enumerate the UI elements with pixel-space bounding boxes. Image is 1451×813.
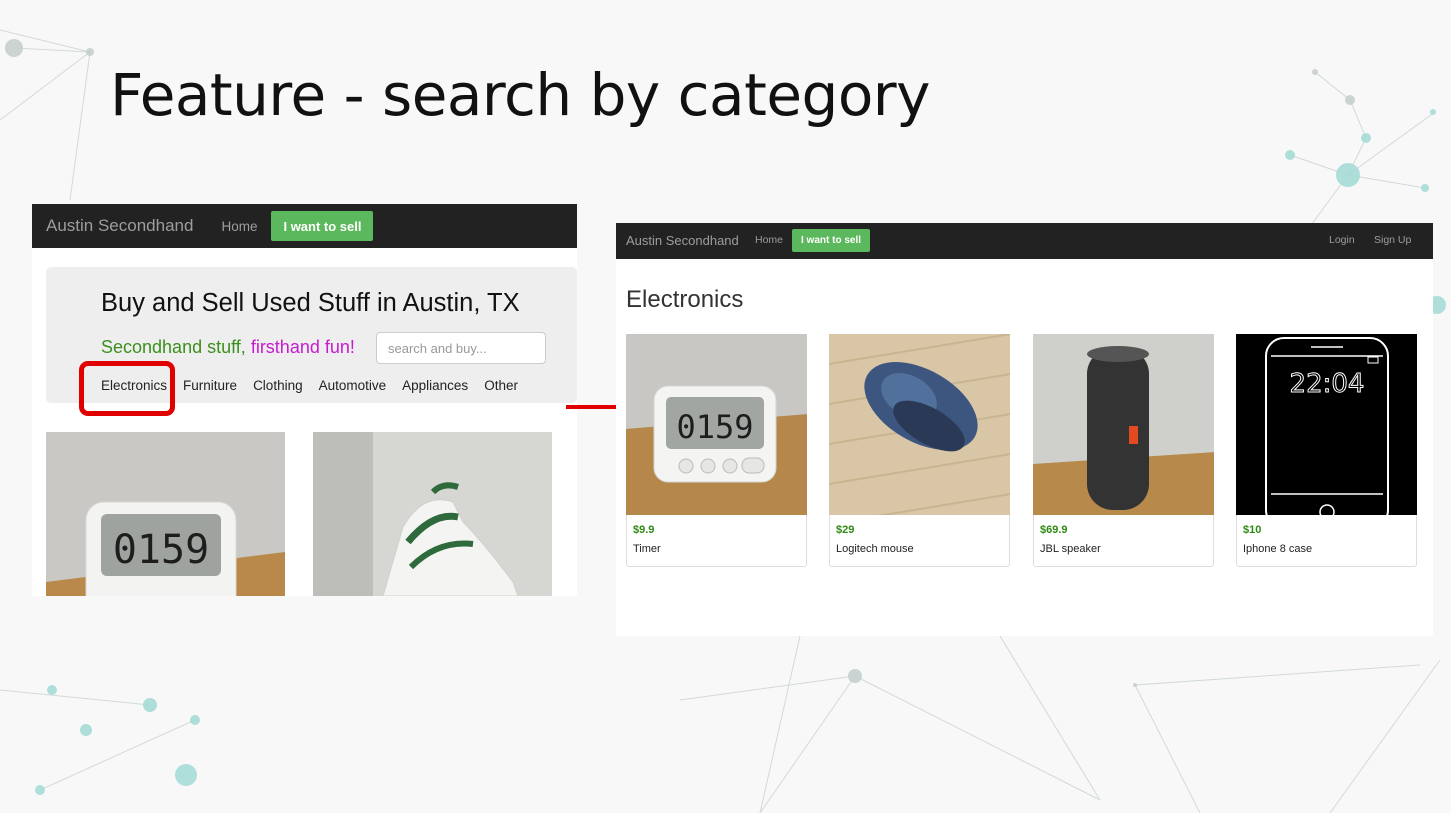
product-name[interactable]: Logitech mouse — [836, 543, 914, 555]
phone-sketch-time: 22:04 — [1290, 369, 1365, 399]
login-link[interactable]: Login — [1329, 234, 1355, 246]
signup-link[interactable]: Sign Up — [1374, 234, 1411, 246]
category-heading: Electronics — [626, 286, 744, 313]
product-name[interactable]: Iphone 8 case — [1243, 543, 1312, 555]
category-link-appliances[interactable]: Appliances — [402, 378, 468, 393]
tagline-pink: firsthand fun! — [250, 337, 355, 357]
category-highlight-box — [79, 361, 175, 416]
nav-home-link[interactable]: Home — [755, 234, 783, 246]
svg-text:0159: 0159 — [113, 527, 209, 573]
product-image-shoes[interactable] — [313, 432, 552, 596]
tagline-green: Secondhand stuff, — [101, 337, 246, 357]
svg-text:0159: 0159 — [676, 408, 753, 446]
hero-headline: Buy and Sell Used Stuff in Austin, TX — [101, 289, 520, 317]
slide-title: Feature - search by category — [110, 61, 930, 129]
category-page-screenshot: Austin Secondhand Home I want to sell Lo… — [616, 223, 1433, 636]
navbar: Austin Secondhand Home I want to sell Lo… — [616, 223, 1433, 259]
sell-button[interactable]: I want to sell — [271, 211, 374, 241]
brand-link[interactable]: Austin Secondhand — [46, 216, 193, 236]
category-link-clothing[interactable]: Clothing — [253, 378, 303, 393]
product-name[interactable]: JBL speaker — [1040, 543, 1101, 555]
sell-button[interactable]: I want to sell — [792, 229, 871, 252]
product-card-mouse[interactable]: $29 Logitech mouse — [829, 334, 1010, 567]
navbar: Austin Secondhand Home I want to sell — [32, 204, 577, 248]
product-image-phone-case[interactable]: 22:04 — [1236, 334, 1417, 515]
category-link-furniture[interactable]: Furniture — [183, 378, 237, 393]
product-image-mouse[interactable] — [829, 334, 1010, 515]
category-link-automotive[interactable]: Automotive — [319, 378, 387, 393]
product-price: $69.9 — [1040, 524, 1068, 536]
product-price: $10 — [1243, 524, 1262, 536]
nav-home-link[interactable]: Home — [221, 219, 257, 234]
product-image-timer[interactable]: 0159 — [46, 432, 285, 596]
search-input[interactable]: search and buy... — [376, 332, 546, 364]
hero-tagline: Secondhand stuff, firsthand fun! — [101, 337, 355, 358]
product-card-timer[interactable]: 0159 $9.9 Timer — [626, 334, 807, 567]
product-name[interactable]: Timer — [633, 543, 661, 555]
product-price: $9.9 — [633, 524, 655, 536]
product-price: $29 — [836, 524, 855, 536]
category-link-other[interactable]: Other — [484, 378, 518, 393]
product-card-speaker[interactable]: $69.9 JBL speaker — [1033, 334, 1214, 567]
product-card-phone-case[interactable]: 22:04 $10 Iphone 8 case — [1236, 334, 1417, 567]
product-image-timer[interactable]: 0159 — [626, 334, 807, 515]
brand-link[interactable]: Austin Secondhand — [626, 233, 739, 248]
product-image-speaker[interactable] — [1033, 334, 1214, 515]
